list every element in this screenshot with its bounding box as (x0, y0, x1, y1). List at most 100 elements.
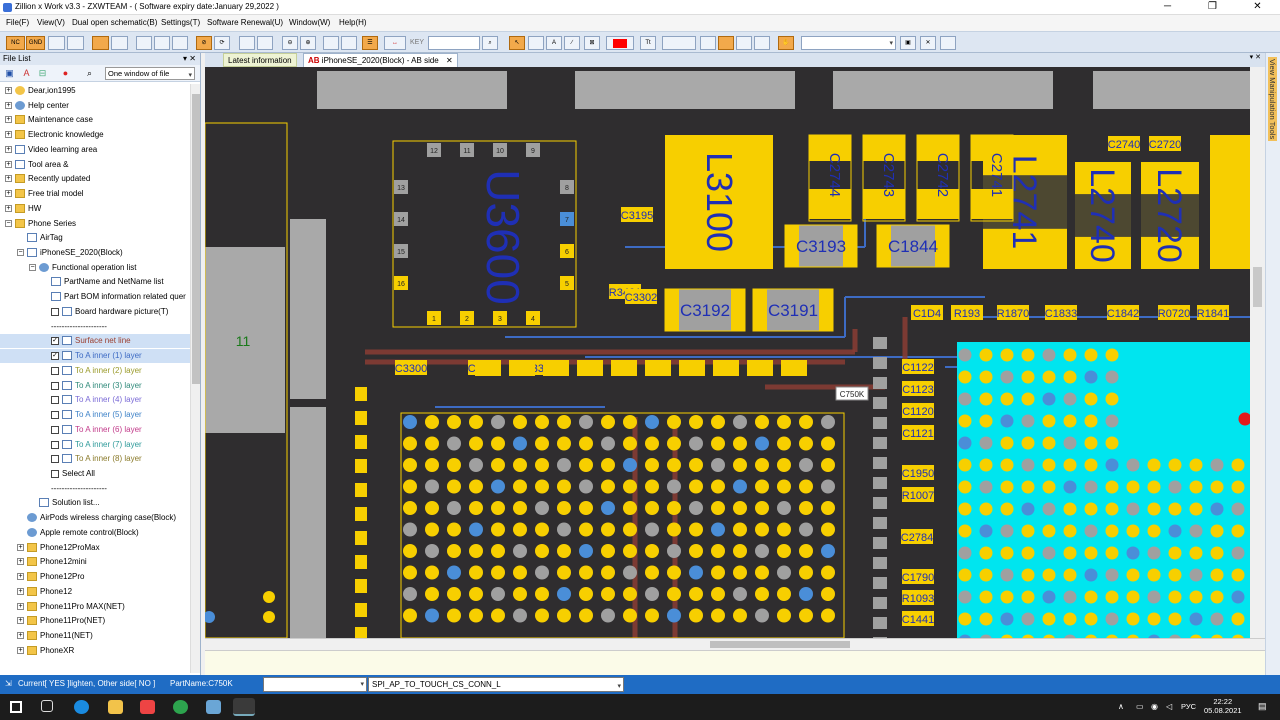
expand-icon[interactable]: + (5, 145, 12, 153)
tree-item[interactable]: Apple remote control(Block) (0, 526, 190, 540)
expand-icon[interactable]: + (5, 175, 12, 183)
edge-icon[interactable] (74, 700, 89, 714)
tree-item[interactable]: To A inner (4) layer (0, 393, 190, 407)
panel-pin-controls[interactable]: ▾ ✕ (183, 54, 196, 63)
layer-checkbox[interactable] (51, 307, 59, 316)
pointer-button[interactable]: ↖ (509, 36, 525, 50)
tray-chevron-icon[interactable]: ∧ (1118, 702, 1124, 711)
arrows-button[interactable] (239, 36, 255, 50)
tree-item[interactable]: Select All (0, 467, 190, 481)
tree-item[interactable]: + Free trial model (0, 187, 190, 201)
task-view-icon[interactable] (41, 700, 53, 712)
tree-item[interactable]: + Electronic knowledge (0, 128, 190, 142)
tree-item[interactable]: Board hardware picture(T) (0, 305, 190, 319)
music-app-icon[interactable] (140, 700, 155, 714)
tree-item[interactable]: + Tool area & (0, 158, 190, 172)
layer-checkbox[interactable] (51, 366, 59, 375)
layer-checkbox[interactable]: ✓ (51, 352, 59, 361)
tree-item[interactable]: PartName and NetName list (0, 275, 190, 289)
tree-item[interactable]: + Recently updated (0, 172, 190, 186)
tree-item[interactable]: + Phone11Pro MAX(NET) (0, 600, 190, 614)
expand-icon[interactable]: + (17, 558, 24, 566)
canvas-horizontal-scrollbar[interactable] (205, 638, 1265, 650)
collapse-icon[interactable]: − (5, 219, 12, 227)
speaker-icon[interactable]: ◁ (1166, 702, 1172, 711)
expand-icon[interactable]: + (5, 190, 12, 198)
minimize-button[interactable]: ─ (1145, 0, 1190, 15)
network-icon[interactable]: ▭ (1136, 702, 1144, 711)
tree-item[interactable]: To A inner (8) layer (0, 452, 190, 466)
expand-icon[interactable]: + (17, 573, 24, 581)
no-entry-button[interactable]: ⊘ (196, 36, 212, 50)
layer-button[interactable] (736, 36, 752, 50)
options-button[interactable] (940, 36, 956, 50)
tree-item[interactable]: + Video learning area (0, 143, 190, 157)
tree-item[interactable]: To A inner (7) layer (0, 438, 190, 452)
tree-item[interactable]: ✓ To A inner (1) layer (0, 349, 190, 364)
key-input[interactable] (428, 36, 480, 50)
collapse-icon[interactable]: − (17, 249, 24, 257)
tab-iphonese-ab-side[interactable]: AB iPhoneSE_2020(Block) - AB side ✕ (303, 53, 458, 67)
tree-item[interactable]: AirPods wireless charging case(Block) (0, 511, 190, 525)
rect-tool-button[interactable]: ⊠ (584, 36, 600, 50)
menu-renewal[interactable]: Software Renewal(U) (207, 18, 283, 27)
tree-item[interactable]: + Phone11Pro(NET) (0, 614, 190, 628)
expand-icon[interactable]: + (17, 617, 24, 625)
close-button[interactable]: ✕ (1235, 0, 1280, 15)
layer-checkbox[interactable] (51, 411, 59, 420)
windows-start-icon[interactable] (10, 701, 22, 713)
layer-checkbox[interactable] (51, 455, 59, 464)
expand-icon[interactable]: + (5, 131, 12, 139)
collapse-icon[interactable]: − (29, 263, 36, 271)
explorer-icon[interactable] (108, 700, 123, 714)
list-button[interactable]: ☰ (362, 36, 378, 50)
mel-button[interactable] (111, 36, 128, 50)
zoom-out-button[interactable]: ⊖ (282, 36, 298, 50)
color-button[interactable] (606, 36, 634, 50)
tree-item[interactable]: + Maintenance case (0, 113, 190, 127)
menu-window[interactable]: Window(W) (289, 18, 330, 27)
tree-item[interactable]: + PhoneXR (0, 644, 190, 658)
search-icon[interactable]: ⌕ (84, 68, 95, 79)
refresh-button[interactable]: ⟳ (214, 36, 230, 50)
panel-button[interactable] (48, 36, 65, 50)
font-button[interactable]: Tt (640, 36, 656, 50)
tree-item[interactable]: To A inner (2) layer (0, 364, 190, 378)
tree-item[interactable]: To A inner (6) layer (0, 423, 190, 437)
text-tool-button[interactable]: A (546, 36, 562, 50)
scrollbar-thumb[interactable] (192, 94, 200, 384)
save-button[interactable]: ▣ (900, 36, 916, 50)
expand-icon[interactable]: + (17, 587, 24, 595)
clear-button[interactable]: ✕ (920, 36, 936, 50)
tab-list-controls[interactable]: ▾ ✕ (1250, 53, 1261, 61)
menu-view[interactable]: View(V) (37, 18, 65, 27)
tree-item[interactable]: Solution list... (0, 496, 190, 510)
zoom-in-button[interactable]: ⊕ (300, 36, 316, 50)
zoom-fit-button[interactable] (323, 36, 339, 50)
maximize-button[interactable]: ❐ (1190, 0, 1235, 15)
notification-icon[interactable]: ▤ (1258, 701, 1267, 712)
board-view[interactable]: 1112 11 10 91314151687651 2 3 4U3600 L3100 L2741… (205, 67, 1250, 638)
expand-icon[interactable]: + (5, 101, 12, 109)
tree-item[interactable]: − Functional operation list (0, 261, 190, 275)
select-box-button[interactable] (154, 36, 170, 50)
tab-latest-information[interactable]: Latest information (223, 53, 297, 67)
tree-item[interactable]: + Phone12ProMax (0, 541, 190, 555)
location-pin-icon[interactable]: ● (60, 68, 71, 79)
window-mode-select[interactable]: One window of file ▾ (105, 67, 195, 80)
tab-close-icon[interactable]: ✕ (446, 56, 453, 65)
frame-button[interactable] (172, 36, 188, 50)
flip-button[interactable] (257, 36, 273, 50)
scrollbar-thumb[interactable] (1253, 267, 1262, 307)
signal-name-field[interactable]: SPI_AP_TO_TOUCH_CS_CONN_L ▾ (368, 677, 624, 692)
layer-checkbox[interactable] (51, 469, 59, 478)
network-app-icon[interactable] (206, 700, 221, 714)
layer-checkbox[interactable] (51, 396, 59, 405)
expand-icon[interactable]: + (17, 632, 24, 639)
expand-icon[interactable]: + (5, 204, 12, 212)
tree-item[interactable]: + Phone12 (0, 585, 190, 599)
copy-button[interactable] (700, 36, 716, 50)
clock[interactable]: 22:22 05.08.2021 (1204, 697, 1242, 715)
nc-button[interactable]: NC (6, 36, 25, 50)
expand-icon[interactable]: + (17, 602, 24, 610)
